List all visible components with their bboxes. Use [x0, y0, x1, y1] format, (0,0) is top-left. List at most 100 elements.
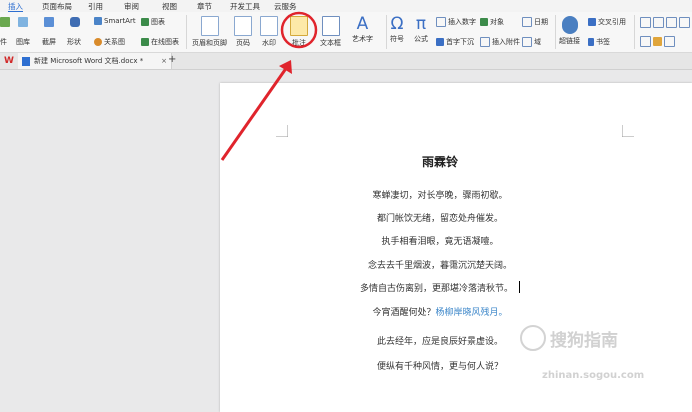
comment-label: 批注 [292, 39, 306, 47]
page-number-icon [234, 16, 252, 36]
ribbon-toolbar: 件 SmartArt 图表 图库 截屏 形状 关系图 在线图表 页眉和页脚 页码… [0, 12, 692, 53]
wps-logo[interactable]: W [0, 53, 18, 69]
online-chart-label: 在线图表 [151, 38, 179, 46]
ribbon-left-stub-label[interactable]: 件 [0, 37, 7, 47]
word-doc-icon [22, 56, 30, 66]
document-tab-bar: W 新建 Microsoft Word 文档.docx * × + [0, 53, 692, 70]
chart-icon [141, 18, 149, 26]
relation-icon [94, 38, 102, 46]
relation-button[interactable]: 关系图 [94, 37, 125, 47]
listbox-control-icon[interactable] [653, 17, 664, 28]
wps-w-icon: W [4, 56, 14, 66]
watermark-url: zhinan.sogou.com [542, 370, 645, 381]
page-number-button[interactable]: 页码 [234, 16, 252, 48]
tab-cloud[interactable]: 云服务 [274, 1, 297, 12]
field-label: 域 [534, 38, 541, 46]
tab-review[interactable]: 审阅 [124, 1, 139, 12]
drop-cap-button[interactable]: 首字下沉 [436, 37, 474, 47]
screenshot-label[interactable]: 截屏 [42, 37, 56, 47]
new-tab-button[interactable]: + [168, 54, 176, 65]
header-footer-button[interactable]: 页眉和页脚 [192, 16, 227, 48]
watermark-icon [260, 16, 278, 36]
hyperlink-button[interactable]: 超链接 [559, 16, 580, 46]
poem-line-mixed: 今宵酒醒何处？杨柳岸晓风残月。 [220, 305, 660, 318]
form-controls-group[interactable] [640, 17, 690, 28]
watermark-brand: 搜狗指南 [550, 330, 618, 351]
poem-line: 今宵酒醒何处？ [372, 308, 436, 318]
document-tab[interactable]: 新建 Microsoft Word 文档.docx * × [18, 53, 172, 69]
tab-page-layout[interactable]: 页面布局 [42, 1, 72, 12]
header-footer-icon [200, 16, 219, 36]
properties-icon[interactable] [664, 36, 675, 47]
comment-button[interactable]: 批注 [290, 16, 308, 48]
online-chart-button[interactable]: 在线图表 [141, 37, 179, 47]
smartart-label: SmartArt [104, 17, 136, 25]
symbol-button[interactable]: Ω 符号 [390, 14, 404, 44]
button-control-icon[interactable] [679, 17, 690, 28]
document-page[interactable]: 雨霖铃 寒蝉凄切，对长亭晚，骤雨初歇。 都门帐饮无绪，留恋处舟催发。 执手相看泪… [220, 83, 692, 412]
omega-icon: Ω [390, 14, 404, 34]
tab-references[interactable]: 引用 [88, 1, 103, 12]
document-tab-title: 新建 Microsoft Word 文档.docx * [34, 57, 144, 65]
number-icon [436, 17, 446, 27]
design-mode-icon[interactable] [653, 37, 662, 46]
bookmark-icon [588, 38, 594, 46]
formula-button[interactable]: π 公式 [414, 14, 428, 44]
object-icon [480, 18, 488, 26]
shape-icon [70, 17, 80, 27]
poem-line-with-cursor: 多情自古伤离别，更那堪冷落清秋节。 [220, 281, 660, 294]
sogou-watermark: 搜狗指南 [520, 325, 618, 351]
ribbon-separator [386, 15, 387, 49]
online-chart-icon [141, 38, 149, 46]
checkbox-control-icon[interactable] [640, 17, 651, 28]
commented-text[interactable]: 杨柳岸晓风残月。 [436, 308, 508, 318]
insert-number-button[interactable]: 插入数字 [436, 17, 476, 27]
cross-ref-icon [588, 18, 596, 26]
formula-label: 公式 [414, 35, 428, 43]
tab-section[interactable]: 章节 [197, 1, 212, 12]
tab-view[interactable]: 视图 [162, 1, 177, 12]
object-button[interactable]: 对象 [480, 17, 504, 27]
date-button[interactable]: 日期 [522, 17, 548, 27]
attachment-button[interactable]: 插入附件 [480, 37, 520, 47]
smartart-button[interactable]: SmartArt [94, 17, 136, 25]
shape-button[interactable] [70, 17, 80, 27]
header-footer-label: 页眉和页脚 [192, 39, 227, 47]
art-text-icon: A [356, 14, 369, 34]
tab-developer[interactable]: 开发工具 [230, 1, 260, 12]
drop-cap-icon [436, 38, 444, 46]
symbol-label: 符号 [390, 35, 404, 43]
combobox-control-icon[interactable] [666, 17, 677, 28]
ribbon-left-stub[interactable] [0, 17, 10, 27]
textbox-control-icon[interactable] [640, 36, 651, 47]
smartart-icon [94, 17, 102, 25]
attachment-icon [480, 37, 490, 47]
margin-corner-top-left [276, 125, 288, 137]
field-button[interactable]: 域 [522, 37, 541, 47]
art-text-button[interactable]: A 艺术字 [352, 14, 373, 44]
chart-button[interactable]: 图表 [141, 17, 165, 27]
watermark-button[interactable]: 水印 [260, 16, 278, 48]
page-number-label: 页码 [236, 39, 250, 47]
cross-ref-button[interactable]: 交叉引用 [588, 17, 626, 27]
screenshot-button[interactable] [44, 17, 54, 27]
art-text-label: 艺术字 [352, 35, 373, 43]
picture-button[interactable] [18, 17, 28, 27]
textbox-icon [321, 16, 340, 36]
form-controls-group-2[interactable] [640, 36, 675, 47]
comment-icon [290, 16, 308, 36]
screenshot-icon [44, 17, 54, 27]
drop-cap-label: 首字下沉 [446, 38, 474, 46]
close-tab-icon[interactable]: × [161, 57, 167, 65]
textbox-button[interactable]: 文本框 [320, 16, 341, 48]
bookmark-button[interactable]: 书签 [588, 37, 610, 47]
object-label: 对象 [490, 18, 504, 26]
shape-label[interactable]: 形状 [67, 37, 81, 47]
textbox-label: 文本框 [320, 39, 341, 47]
pi-icon: π [415, 14, 427, 34]
picture-label[interactable]: 图库 [16, 37, 30, 47]
ribbon-separator [555, 15, 556, 49]
tab-insert[interactable]: 插入 [8, 1, 23, 13]
hyperlink-label: 超链接 [559, 37, 580, 45]
ribbon-tab-bar: 插入 页面布局 引用 审阅 视图 章节 开发工具 云服务 [0, 0, 692, 13]
